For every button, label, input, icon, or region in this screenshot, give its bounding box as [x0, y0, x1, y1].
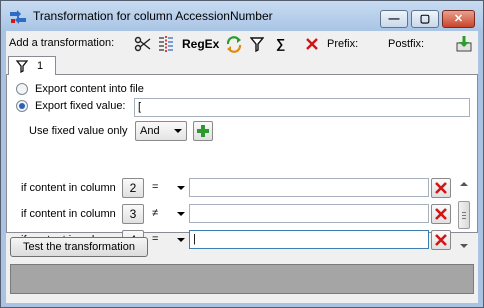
operator-select[interactable]: = — [147, 179, 187, 197]
title-bar[interactable]: Transformation for column AccessionNumbe… — [1, 1, 483, 31]
test-result-area — [10, 264, 474, 294]
remove-condition-button[interactable] — [431, 204, 451, 224]
postfix-label[interactable]: Postfix: — [388, 35, 424, 53]
chevron-down-icon — [177, 186, 185, 190]
fixed-only-label: Use fixed value only — [29, 125, 128, 137]
transformation-window: Transformation for column AccessionNumbe… — [0, 0, 484, 308]
filter-icon — [16, 60, 28, 73]
toolbar: Add a transformation: RegEx ∑ Prefix: Po… — [6, 31, 478, 57]
export-content-radio[interactable] — [16, 83, 28, 95]
condition-label: if content in column — [21, 208, 116, 220]
split-button[interactable] — [134, 35, 152, 53]
scissors-icon — [134, 36, 151, 52]
delete-icon — [435, 208, 447, 220]
minimize-button[interactable]: — — [380, 10, 408, 28]
export-fixed-radio[interactable] — [16, 100, 28, 112]
remove-condition-button[interactable] — [431, 230, 451, 250]
operator-select[interactable]: ≠ — [147, 205, 187, 223]
chevron-down-icon — [174, 129, 182, 133]
delete-icon — [435, 182, 447, 194]
close-icon: ✕ — [453, 13, 464, 25]
export-fixed-label: Export fixed value: — [35, 100, 126, 112]
condition-value-input[interactable]: | — [189, 230, 429, 249]
replace-button[interactable] — [225, 35, 243, 53]
tab-label: 1 — [37, 60, 44, 72]
chevron-down-icon — [177, 212, 185, 216]
conditions-scrollbar[interactable] — [457, 179, 471, 251]
remove-condition-button[interactable] — [431, 178, 451, 198]
add-transformation-label: Add a transformation: — [9, 37, 115, 49]
swap-arrows-icon — [226, 36, 242, 53]
grip-line — [462, 212, 466, 213]
scroll-down-icon[interactable] — [460, 244, 468, 248]
column-number-button[interactable]: 2 — [122, 178, 144, 198]
tab-strip: 1 — [6, 56, 478, 76]
maximize-button[interactable]: ▢ — [411, 10, 439, 28]
combine-select[interactable]: And — [135, 121, 187, 141]
filter-button[interactable] — [249, 35, 265, 53]
close-button[interactable]: ✕ — [442, 10, 475, 28]
save-download-icon — [456, 36, 472, 52]
window-title: Transformation for column AccessionNumbe… — [33, 9, 273, 23]
regex-button[interactable]: RegEx — [182, 35, 219, 53]
delete-transformation-button[interactable] — [304, 35, 320, 53]
transformation-app-icon — [10, 10, 26, 24]
chevron-down-icon — [177, 238, 185, 242]
grip-line — [462, 218, 466, 219]
minimize-icon: — — [388, 13, 400, 25]
grip-line — [462, 215, 466, 216]
operator-select[interactable]: = — [147, 231, 187, 249]
test-transformation-button[interactable]: Test the transformation — [10, 237, 148, 257]
condition-label: if content in column — [21, 182, 116, 194]
scroll-up-icon[interactable] — [460, 182, 468, 186]
filter-icon — [249, 37, 265, 53]
plus-icon — [197, 125, 209, 137]
operator-value: = — [152, 181, 159, 193]
save-button[interactable] — [455, 35, 473, 53]
delete-icon — [306, 38, 318, 50]
prefix-label[interactable]: Prefix: — [327, 35, 358, 53]
condition-value-input[interactable] — [189, 178, 429, 197]
fixed-value-input[interactable]: [ — [134, 98, 470, 117]
operator-value: = — [152, 233, 159, 245]
delete-icon — [435, 234, 447, 246]
sum-button[interactable]: ∑ — [276, 35, 285, 53]
operator-value: ≠ — [152, 207, 159, 219]
add-condition-button[interactable] — [193, 121, 213, 141]
tab-1[interactable]: 1 — [8, 56, 56, 76]
column-number-button[interactable]: 3 — [122, 204, 144, 224]
combine-value: And — [140, 125, 160, 137]
scroll-thumb[interactable] — [458, 201, 470, 229]
condition-value-input[interactable] — [189, 204, 429, 223]
columns-button[interactable] — [157, 35, 175, 53]
transformation-panel: Export content into file Export fixed va… — [6, 75, 478, 250]
maximize-icon: ▢ — [419, 13, 431, 25]
dialog-client: Add a transformation: RegEx ∑ Prefix: Po… — [6, 31, 478, 303]
export-content-label: Export content into file — [35, 83, 144, 95]
column-split-icon — [159, 36, 173, 52]
